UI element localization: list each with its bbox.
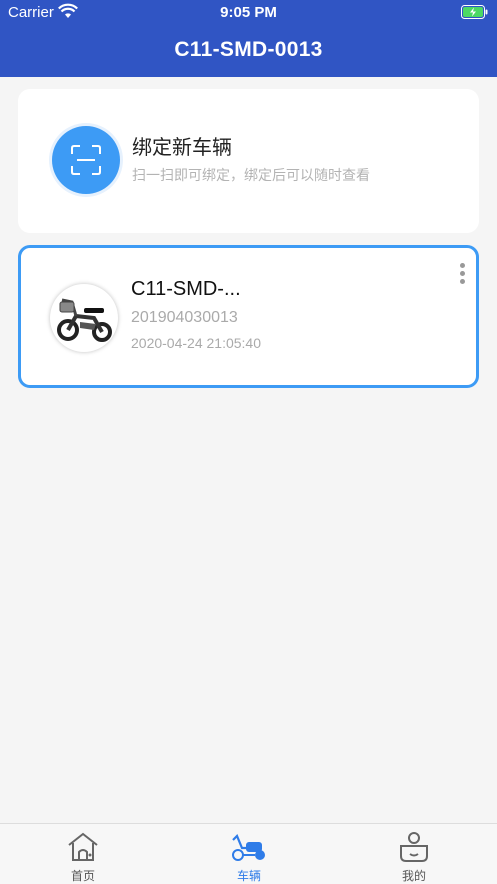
- tab-mine[interactable]: 我的: [354, 824, 474, 884]
- more-options-icon[interactable]: [460, 263, 466, 287]
- vehicle-bound-date: 2020-04-24 21:05:40: [131, 335, 261, 351]
- user-icon: [400, 832, 428, 862]
- tab-bar: 首页 车辆 我的: [0, 823, 497, 884]
- clock: 9:05 PM: [220, 4, 277, 21]
- scan-icon: [52, 126, 120, 194]
- vehicle-card[interactable]: C11-SMD-... 201904030013 2020-04-24 21:0…: [18, 245, 479, 388]
- home-icon: [68, 832, 98, 861]
- battery-charging-icon: [461, 5, 489, 24]
- tab-mine-label: 我的: [401, 869, 426, 883]
- page-title: C11-SMD-0013: [174, 38, 323, 61]
- tab-home-label: 首页: [70, 869, 95, 883]
- status-bar: Carrier 9:05 PM: [0, 0, 497, 26]
- bind-new-vehicle-card[interactable]: 绑定新车辆 扫一扫即可绑定，绑定后可以随时查看: [18, 89, 479, 233]
- vehicle-thumbnail: [50, 284, 118, 352]
- tab-vehicle-label: 车辆: [236, 869, 261, 883]
- scooter-photo: [57, 298, 112, 342]
- bind-card-title: 绑定新车辆: [132, 137, 232, 159]
- bind-card-subtitle: 扫一扫即可绑定，绑定后可以随时查看: [132, 167, 370, 183]
- scooter-icon: [232, 834, 265, 861]
- vehicle-serial: 201904030013: [131, 309, 238, 326]
- app-header: Carrier 9:05 PM C11-SMD-0013: [0, 0, 497, 77]
- tab-home[interactable]: 首页: [23, 824, 143, 884]
- vehicle-name: C11-SMD-...: [131, 278, 241, 300]
- tab-vehicle[interactable]: 车辆: [189, 824, 309, 884]
